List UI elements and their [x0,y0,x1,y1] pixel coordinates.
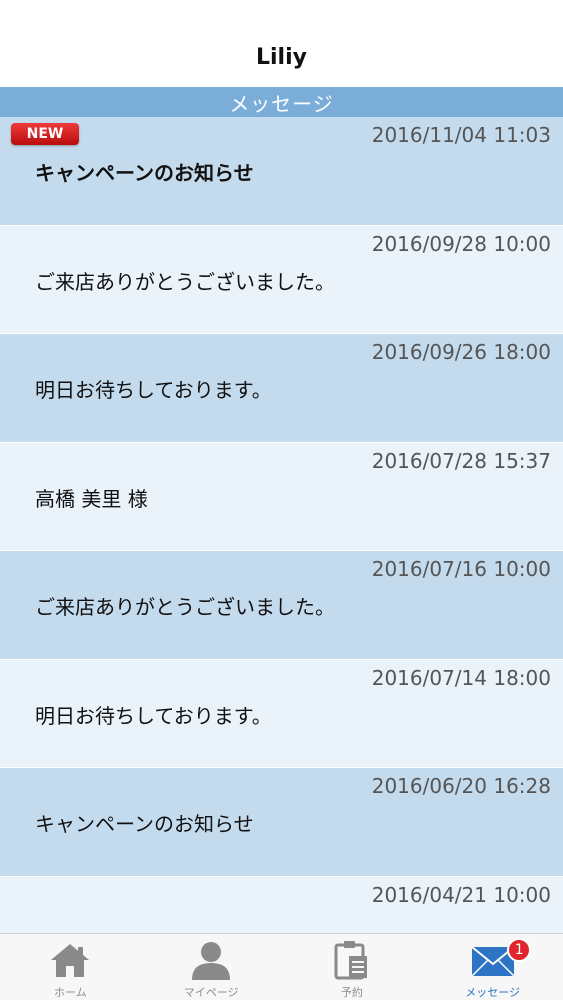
clipboard-icon [329,940,375,980]
section-header: メッセージ [0,87,563,117]
message-row[interactable]: 2016/07/28 15:37 高橋 美里 様 [0,442,563,551]
tab-home[interactable]: ホーム [0,934,141,1000]
message-row[interactable]: 2016/09/26 18:00 明日お待ちしております。 [0,334,563,443]
tab-label: ホーム [54,986,87,999]
tab-messages[interactable]: 1 メッセージ [422,934,563,1000]
message-subject: キャンペーンのお知らせ [35,812,254,836]
person-icon [188,940,234,980]
home-icon [47,940,93,980]
message-row[interactable]: 2016/06/20 16:28 キャンペーンのお知らせ [0,768,563,877]
app-title: Liliy [256,45,307,70]
message-subject: ご来店ありがとうございました。 [35,595,335,619]
navigation-bar: Liliy [0,0,563,87]
message-date: 2016/07/16 10:00 [371,557,551,581]
message-date: 2016/07/14 18:00 [371,665,551,690]
message-date: 2016/07/28 15:37 [371,448,551,473]
message-subject: キャンペーンのお知らせ [35,161,254,185]
unread-count-badge: 1 [507,938,532,962]
tab-bar: ホーム マイページ 予約 1 メッセージ [0,933,563,1000]
section-title: メッセージ [229,91,334,116]
new-badge: NEW [11,123,79,145]
message-row[interactable]: 2016/07/16 10:00 ご来店ありがとうございました。 [0,551,563,660]
message-date: 2016/04/21 10:00 [371,882,551,907]
tab-mypage[interactable]: マイページ [141,934,282,1000]
message-date: 2016/06/20 16:28 [371,774,551,798]
message-subject: 高橋 美里 様 [35,486,148,511]
tab-label: 予約 [340,986,363,999]
message-date: 2016/11/04 11:03 [371,123,551,147]
message-subject: 明日お待ちしております。 [35,378,272,402]
message-row[interactable]: NEW 2016/11/04 11:03 キャンペーンのお知らせ [0,117,563,226]
message-date: 2016/09/26 18:00 [371,340,551,364]
message-row[interactable]: 2016/04/21 10:00 [0,876,563,933]
tab-reservation[interactable]: 予約 [282,934,423,1000]
message-row[interactable]: 2016/09/28 10:00 ご来店ありがとうございました。 [0,225,563,334]
message-subject: 明日お待ちしております。 [35,703,272,728]
message-list[interactable]: NEW 2016/11/04 11:03 キャンペーンのお知らせ 2016/09… [0,117,563,933]
message-subject: ご来店ありがとうございました。 [35,269,335,294]
message-date: 2016/09/28 10:00 [371,231,551,256]
tab-label: メッセージ [465,986,521,999]
tab-label: マイページ [183,986,239,999]
message-row[interactable]: 2016/07/14 18:00 明日お待ちしております。 [0,659,563,768]
